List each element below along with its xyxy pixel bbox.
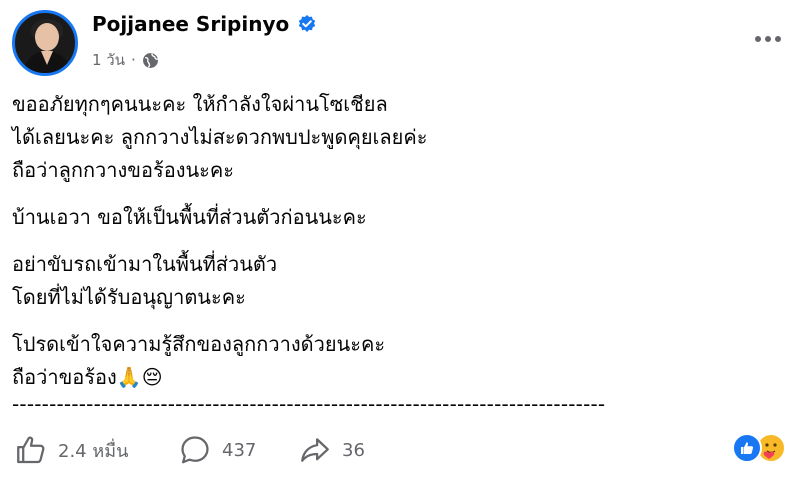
- post-line: อย่าขับรถเข้ามาในพื้นที่ส่วนตัว: [12, 252, 278, 276]
- post-divider: ----------------------------------------…: [12, 392, 606, 416]
- reaction-summary[interactable]: [732, 433, 786, 463]
- post-paragraph: อย่าขับรถเข้ามาในพื้นที่ส่วนตัว โดยที่ไม…: [12, 248, 782, 314]
- comment-button[interactable]: 437: [178, 430, 256, 470]
- post-header: Pojjanee Sripinyo 1 วัน ·: [12, 8, 788, 76]
- post-line: โดยที่ไม่ได้รับอนุญาตนะคะ: [12, 285, 246, 309]
- post-body: ขออภัยทุกๆคนนะคะ ให้กำลังใจผ่านโซเชียล ไ…: [12, 88, 782, 414]
- post-paragraph: โปรดเข้าใจความรู้สึกของลูกกวางด้วยนะคะ ถ…: [12, 328, 782, 394]
- author-name[interactable]: Pojjanee Sripinyo: [92, 12, 289, 36]
- post-line: ขออภัยทุกๆคนนะคะ ให้กำลังใจผ่านโซเชียล: [12, 92, 388, 116]
- like-button[interactable]: 2.4 หมื่น: [14, 430, 128, 470]
- author-row: Pojjanee Sripinyo: [92, 12, 317, 36]
- post-line: ถือว่าลูกกวางขอร้องนะคะ: [12, 158, 235, 182]
- more-options-icon[interactable]: [750, 26, 786, 52]
- post-actions: 2.4 หมื่น 437 36: [14, 430, 786, 470]
- share-arrow-icon: [301, 438, 329, 462]
- like-reaction-icon: [732, 433, 762, 463]
- avatar[interactable]: [12, 10, 78, 76]
- post-line: ได้เลยนะคะ ลูกกวางไม่สะดวกพบปะพูดคุยเลยค…: [12, 125, 428, 149]
- post-paragraph: บ้านเอวา ขอให้เป็นพื้นที่ส่วนตัวก่อนนะคะ: [12, 201, 782, 234]
- comment-bubble-icon: [181, 436, 209, 464]
- post-line: โปรดเข้าใจความรู้สึกของลูกกวางด้วยนะคะ: [12, 332, 386, 356]
- post-line: ถือว่าขอร้อง🙏😔: [12, 365, 163, 389]
- like-count: 2.4 หมื่น: [58, 440, 129, 462]
- post-line: บ้านเอวา ขอให้เป็นพื้นที่ส่วนตัวก่อนนะคะ: [12, 205, 367, 229]
- thumbs-up-icon: [17, 436, 45, 464]
- post-time[interactable]: 1 วัน: [92, 48, 125, 72]
- share-count: 36: [342, 439, 365, 461]
- verified-badge-icon: [299, 15, 316, 32]
- post-paragraph: ขออภัยทุกๆคนนะคะ ให้กำลังใจผ่านโซเชียล ไ…: [12, 88, 782, 187]
- meta-separator: ·: [131, 51, 136, 69]
- comment-count: 437: [222, 439, 257, 461]
- post-meta: 1 วัน ·: [92, 48, 159, 72]
- share-button[interactable]: 36: [298, 430, 365, 470]
- globe-icon: [142, 52, 159, 68]
